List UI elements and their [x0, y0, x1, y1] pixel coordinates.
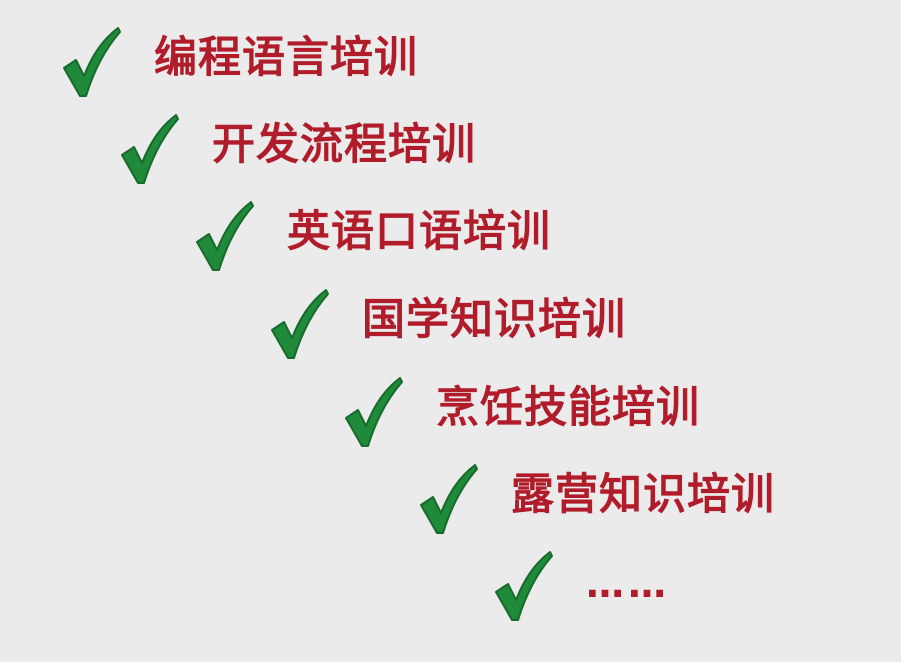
checkmark-icon: [121, 114, 179, 184]
checkmark-icon: [63, 27, 121, 97]
item-label-ellipsis: ……: [586, 562, 670, 606]
item-label: 开发流程培训: [212, 120, 476, 170]
checkmark-icon: [495, 551, 553, 621]
training-checklist: 编程语言培训 开发流程培训 英语口语培训 国学知识培训 烹饪技能培训 露营知识培…: [0, 0, 901, 662]
checkmark-icon: [345, 377, 403, 447]
checkmark-icon: [420, 464, 478, 534]
item-label: 英语口语培训: [287, 207, 551, 257]
item-label: 露营知识培训: [511, 470, 775, 520]
checkmark-icon: [271, 289, 329, 359]
item-label: 国学知识培训: [362, 295, 626, 345]
checkmark-icon: [196, 201, 254, 271]
item-label: 编程语言培训: [154, 33, 418, 83]
item-label: 烹饪技能培训: [436, 383, 700, 433]
